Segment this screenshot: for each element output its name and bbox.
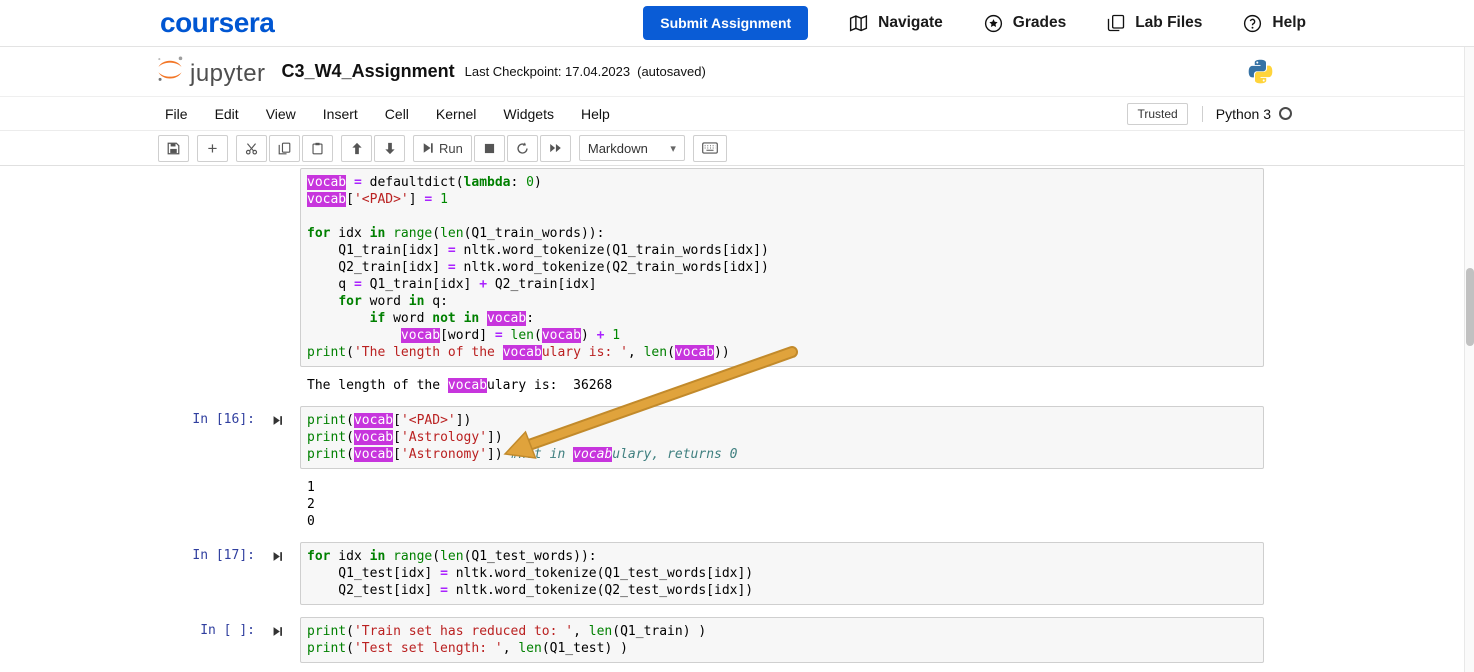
cell-output: 120 (307, 480, 315, 529)
copy-cells-button[interactable] (269, 134, 300, 162)
run-cell-icon[interactable] (255, 406, 300, 469)
move-cell-up-button[interactable] (341, 134, 372, 162)
coursera-logo: coursera (160, 7, 275, 38)
command-palette-button[interactable] (692, 134, 727, 162)
top-nav-label: Navigate (878, 14, 943, 31)
scrollbar[interactable] (1464, 47, 1474, 672)
grades-icon (983, 13, 1004, 34)
plus-icon: + (207, 138, 218, 158)
cut-icon (245, 142, 258, 155)
top-nav-navigate[interactable]: Navigate (848, 13, 943, 34)
arrow-down-icon (384, 142, 396, 155)
restart-icon (516, 141, 529, 155)
menu-file[interactable]: File (165, 106, 188, 122)
notebook-area: vocab = defaultdict(lambda: 0) vocab['<PA… (0, 166, 1474, 663)
run-cell-icon (255, 168, 300, 367)
toolbar-group: + (197, 134, 228, 162)
run-button-label: Run (439, 140, 463, 156)
toolbar-group (236, 134, 333, 162)
lab-files-icon (1106, 13, 1126, 33)
code-cell: In [16]: print(vocab['<PAD>']) print(vocab… (150, 406, 1474, 530)
top-nav: Navigate Grades Lab Files Help (848, 13, 1306, 34)
restart-kernel-button[interactable] (506, 134, 538, 162)
code-cell: In [17]: for idx in range(len(Q1_test_wor… (150, 542, 1474, 605)
run-cell-icon[interactable] (255, 617, 300, 663)
code-cell: In [ ]: print('Train set has reduced to: … (150, 617, 1474, 663)
interrupt-kernel-button[interactable] (473, 134, 505, 162)
kernel-status-area: Trusted Python 3 (1127, 102, 1292, 125)
checkpoint-label: Last Checkpoint: 17.04.2023 (464, 64, 631, 79)
save-button[interactable] (158, 134, 189, 162)
jupyter-header: jupyter C3_W4_Assignment Last Checkpoint… (0, 47, 1474, 97)
trusted-badge[interactable]: Trusted (1127, 102, 1188, 125)
top-nav-label: Lab Files (1135, 14, 1203, 31)
navigate-icon (848, 13, 869, 34)
menu-insert[interactable]: Insert (323, 106, 358, 122)
menu-edit[interactable]: Edit (215, 106, 239, 122)
jupyter-wordmark: jupyter (190, 60, 266, 87)
top-nav-lab-files[interactable]: Lab Files (1106, 13, 1202, 34)
notebook-title[interactable]: C3_W4_Assignment (282, 61, 455, 82)
fast-forward-icon (549, 142, 562, 154)
run-button[interactable]: Run (413, 134, 472, 162)
copy-icon (278, 142, 291, 155)
kernel-idle-icon (1279, 107, 1292, 120)
toolbar-group (341, 134, 405, 162)
chevron-down-icon: ▾ (670, 142, 676, 155)
cell-prompt (150, 168, 255, 367)
run-cell-icon[interactable] (255, 542, 300, 605)
paste-cells-button[interactable] (302, 134, 333, 162)
code-input[interactable]: print('Train set has reduced to: ', len(… (300, 617, 1264, 663)
kernel-name: Python 3 (1215, 105, 1271, 122)
toolbar-group (158, 134, 189, 162)
top-nav-label: Help (1272, 14, 1306, 31)
save-icon (167, 142, 180, 155)
menu-widgets[interactable]: Widgets (503, 106, 554, 122)
arrow-up-icon (351, 142, 363, 155)
menu-kernel[interactable]: Kernel (436, 106, 476, 122)
top-nav-help[interactable]: Help (1242, 13, 1306, 34)
autosave-status: (autosaved) (637, 64, 706, 79)
step-forward-icon (422, 142, 434, 154)
move-cell-down-button[interactable] (374, 134, 405, 162)
insert-cell-below-button[interactable]: + (197, 134, 228, 162)
submit-assignment-button[interactable]: Submit Assignment (643, 6, 809, 40)
celltype-select[interactable]: Markdown ▾ (578, 135, 685, 161)
notebook-cells: vocab = defaultdict(lambda: 0) vocab['<PA… (150, 168, 1474, 663)
cut-cells-button[interactable] (236, 134, 267, 162)
code-input[interactable]: for idx in range(len(Q1_test_words)): Q1… (300, 542, 1264, 605)
toolbar-group: Run (413, 134, 571, 162)
jupyter-planet-icon (155, 54, 185, 89)
code-input[interactable]: vocab = defaultdict(lambda: 0) vocab['<PA… (300, 168, 1264, 367)
code-input[interactable]: print(vocab['<PAD>']) print(vocab['Astrol… (300, 406, 1264, 469)
jupyter-logo[interactable]: jupyter (155, 54, 266, 89)
kernel-group: Python 3 (1201, 105, 1292, 122)
cell-prompt: In [ ]: (200, 623, 255, 638)
coursera-actions: Submit Assignment Navigate Grades Lab File… (643, 6, 1306, 40)
top-nav-grades[interactable]: Grades (983, 13, 1066, 34)
code-cell: vocab = defaultdict(lambda: 0) vocab['<PA… (150, 168, 1474, 394)
paste-icon (311, 142, 324, 155)
celltype-value: Markdown (587, 140, 648, 156)
menu-cell[interactable]: Cell (385, 106, 409, 122)
restart-run-all-button[interactable] (539, 134, 571, 162)
scrollbar-thumb[interactable] (1466, 268, 1474, 346)
coursera-header: coursera Submit Assignment Navigate Grade… (0, 0, 1474, 47)
python-logo-icon (1247, 58, 1274, 85)
menu-view[interactable]: View (266, 106, 296, 122)
top-nav-label: Grades (1012, 14, 1067, 31)
menus: File Edit View Insert Cell Kernel Widgets Help (165, 106, 610, 122)
keyboard-icon (701, 142, 718, 154)
menu-bar: File Edit View Insert Cell Kernel Widgets Help … (0, 97, 1474, 131)
help-icon (1242, 13, 1263, 34)
cell-output: The length of the vocabulary is: 36268 (307, 378, 613, 393)
toolbar: + Run Markdown ▾ (0, 131, 1474, 166)
menu-help[interactable]: Help (581, 106, 610, 122)
stop-icon (484, 143, 495, 154)
cell-prompt: In [16]: (192, 412, 255, 427)
cell-prompt: In [17]: (192, 548, 255, 563)
